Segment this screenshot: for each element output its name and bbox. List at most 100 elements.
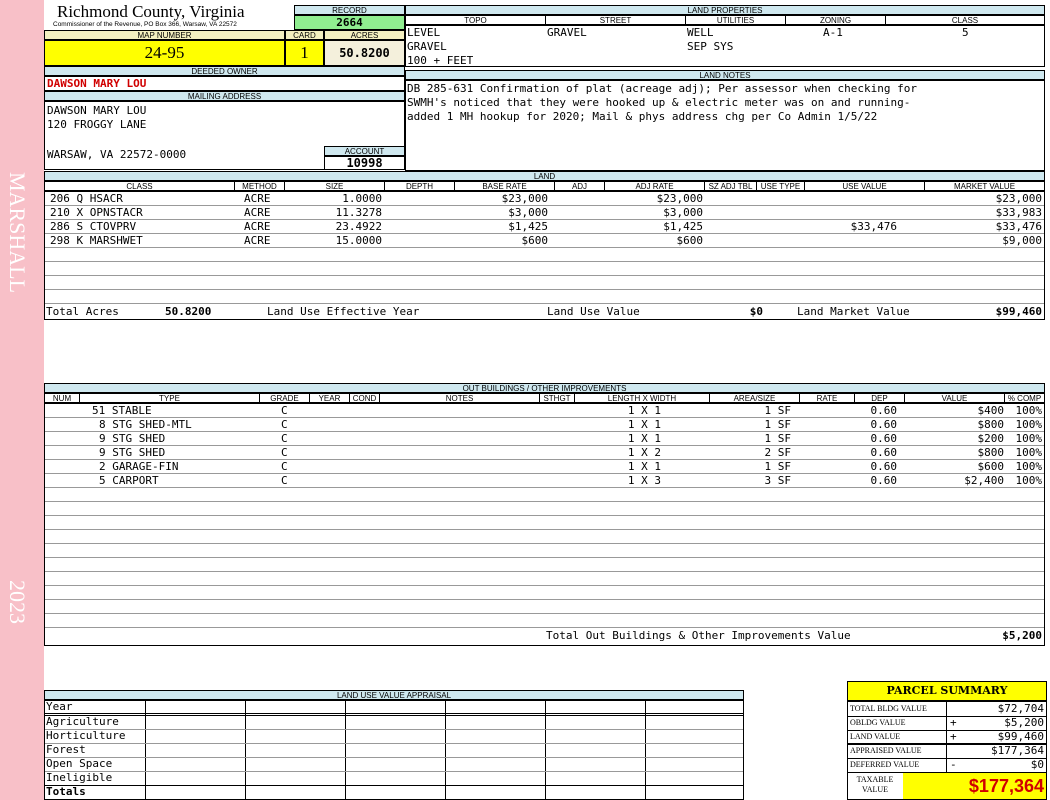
ob-row-dep: 0.60 — [870, 432, 898, 445]
outbuildings-colheaders: NUM TYPE GRADE YEAR COND NOTES STHGT LEN… — [44, 393, 1045, 404]
mailing-address-header: MAILING ADDRESS — [44, 91, 405, 101]
account-number: 10998 — [324, 156, 405, 170]
land-properties-colheaders: TOPO STREET UTILITIES ZONING CLASS — [405, 15, 1045, 26]
topo-value: LEVEL — [407, 26, 441, 39]
outbuildings-total-value: $5,200 — [1002, 629, 1042, 642]
ob-row-grade: C — [281, 404, 288, 417]
land-properties-header: LAND PROPERTIES — [405, 5, 1045, 15]
ob-row-dep: 0.60 — [870, 474, 898, 487]
land-row-class: 210 X OPNSTACR — [50, 206, 143, 219]
deeded-owner-header: DEEDED OWNER — [44, 66, 405, 76]
land-row-base-rate: $600 — [521, 234, 549, 247]
topo-value: 100 + FEET — [407, 54, 474, 67]
land-notes-header: LAND NOTES — [405, 70, 1045, 80]
parcel-summary-box: TOTAL BLDG VALUE $72,704 OBLDG VALUE + $… — [847, 701, 1047, 800]
zoning-value: A-1 — [823, 26, 843, 39]
appraisal-row-horticulture: Horticulture — [46, 729, 126, 742]
ob-row-lxw: 1 X 3 — [627, 474, 661, 487]
ob-row-area: 1 SF — [764, 432, 792, 445]
mailing-line: WARSAW, VA 22572-0000 — [47, 148, 187, 161]
ob-row-grade: C — [281, 446, 288, 459]
street-value: GRAVEL — [547, 26, 587, 39]
summary-value: $72,704 — [997, 702, 1044, 715]
ob-row-lxw: 1 X 1 — [627, 460, 661, 473]
effective-year-label: Land Use Effective Year — [267, 305, 420, 318]
appraisal-row-agriculture: Agriculture — [46, 715, 119, 728]
summary-value: $177,364 — [991, 744, 1044, 757]
ob-row-lxw: 1 X 1 — [627, 404, 661, 417]
ob-row-value: $200 — [977, 432, 1005, 445]
ob-row-value: $2,400 — [964, 474, 1004, 487]
topo-value: GRAVEL — [407, 40, 447, 53]
ob-row-value: $800 — [977, 418, 1005, 431]
land-use-value-label: Land Use Value — [547, 305, 640, 318]
appraisal-row-open-space: Open Space — [46, 757, 113, 770]
land-market-value-label: Land Market Value — [797, 305, 910, 318]
ob-row-grade: C — [281, 418, 288, 431]
land-row-market-value: $33,476 — [995, 220, 1042, 233]
land-row-use-value: $33,476 — [850, 220, 897, 233]
appraisal-row-ineligible: Ineligible — [46, 771, 113, 784]
land-row-base-rate: $23,000 — [501, 192, 548, 205]
ob-row-comp: 100% — [1015, 418, 1043, 431]
land-row-method: ACRE — [244, 206, 271, 219]
summary-label: TOTAL BLDG VALUE — [850, 704, 927, 713]
land-row-size: 15.0000 — [335, 234, 382, 247]
land-row-market-value: $33,983 — [995, 206, 1042, 219]
ob-row-dep: 0.60 — [870, 460, 898, 473]
land-row-base-rate: $1,425 — [508, 220, 548, 233]
land-row-method: ACRE — [244, 220, 271, 233]
ob-row-area: 2 SF — [764, 446, 792, 459]
ob-row-area: 1 SF — [764, 404, 792, 417]
land-row-market-value: $9,000 — [1002, 234, 1042, 247]
total-acres-value: 50.8200 — [165, 305, 212, 318]
ob-row-comp: 100% — [1015, 404, 1043, 417]
summary-value: $0 — [1030, 758, 1044, 771]
appraisal-row-year: Year — [46, 700, 73, 713]
ob-row-value: $600 — [977, 460, 1005, 473]
ob-row-lxw: 1 X 1 — [627, 432, 661, 445]
summary-value: $5,200 — [1004, 716, 1044, 729]
ob-row-grade: C — [281, 474, 288, 487]
land-notes-box: DB 285-631 Confirmation of plat (acreage… — [405, 80, 1045, 171]
ob-row-area: 3 SF — [764, 474, 792, 487]
ob-row-dep: 0.60 — [870, 446, 898, 459]
land-market-value-total: $99,460 — [995, 305, 1042, 318]
year-label: 2023 — [5, 580, 30, 624]
ob-row-type: 5 CARPORT — [99, 474, 159, 487]
ob-row-grade: C — [281, 460, 288, 473]
ob-row-area: 1 SF — [764, 418, 792, 431]
land-row-market-value: $23,000 — [995, 192, 1042, 205]
parcel-summary-title: PARCEL SUMMARY — [847, 681, 1047, 701]
ob-row-comp: 100% — [1015, 474, 1043, 487]
land-use-appraisal-header: LAND USE VALUE APPRAISAL — [44, 690, 744, 700]
land-row-method: ACRE — [244, 234, 271, 247]
account-header: ACCOUNT — [324, 146, 405, 156]
summary-label: LAND VALUE — [850, 732, 901, 741]
map-number-header: MAP NUMBER — [44, 30, 285, 40]
land-note-line: SWMH's noticed that they were hooked up … — [407, 96, 911, 109]
record-header: RECORD — [294, 5, 405, 15]
land-row-method: ACRE — [244, 192, 271, 205]
land-row-class: 286 S CTOVPRV — [50, 220, 137, 233]
ob-row-comp: 100% — [1015, 432, 1043, 445]
mailing-line: DAWSON MARY LOU — [47, 104, 147, 117]
map-number: 24-95 — [44, 40, 285, 66]
land-row-class: 298 K MARSHWET — [50, 234, 143, 247]
utilities-value: SEP SYS — [687, 40, 734, 53]
summary-label: DEFERRED VALUE — [850, 760, 920, 769]
appraisal-row-totals: Totals — [46, 785, 86, 798]
total-acres-label: Total Acres — [46, 305, 119, 318]
ob-row-lxw: 1 X 2 — [627, 446, 661, 459]
land-properties-values: LEVEL GRAVEL 100 + FEET GRAVEL WELL SEP … — [405, 25, 1045, 67]
land-row-adj-rate: $600 — [676, 234, 704, 247]
ob-row-value: $400 — [977, 404, 1005, 417]
summary-label: OBLDG VALUE — [850, 718, 906, 727]
ob-row-comp: 100% — [1015, 460, 1043, 473]
land-row-size: 23.4922 — [335, 220, 382, 233]
deeded-owner: DAWSON MARY LOU — [44, 76, 405, 91]
summary-label: APPRAISED VALUE — [850, 746, 922, 755]
outbuildings-header: OUT BUILDINGS / OTHER IMPROVEMENTS — [44, 383, 1045, 393]
summary-value: $99,460 — [997, 730, 1044, 743]
utilities-value: WELL — [687, 26, 714, 39]
